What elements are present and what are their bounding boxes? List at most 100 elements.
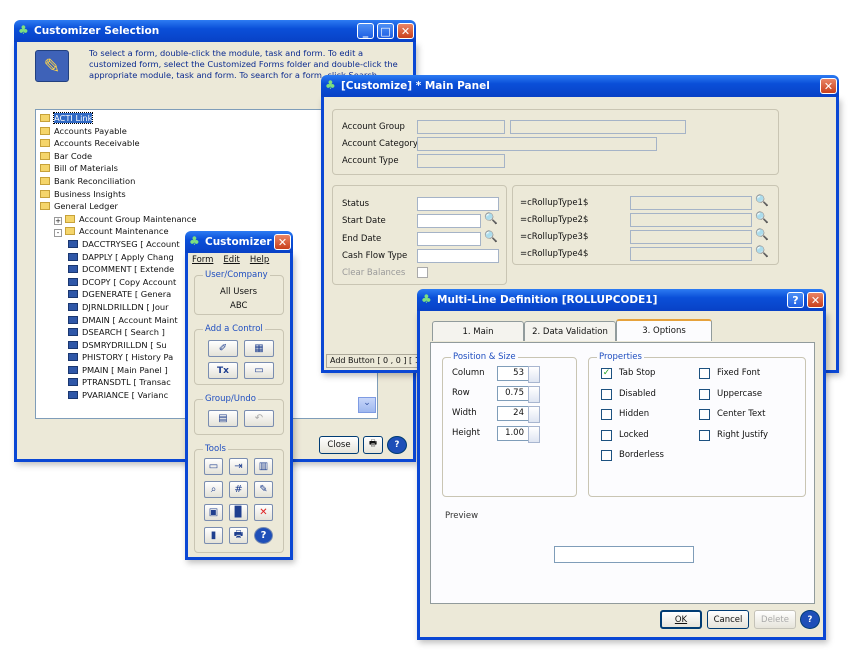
end-date-field[interactable] (417, 232, 481, 246)
rollup-lookup-icon[interactable]: 🔍 (755, 245, 769, 258)
folder-icon (40, 176, 50, 185)
status-select[interactable] (417, 197, 499, 211)
close-button[interactable]: ✕ (397, 23, 414, 39)
add-grid-control-icon[interactable]: ▦ (244, 340, 274, 357)
rollup-field[interactable] (630, 247, 752, 261)
tree-item-label: Business Insights (54, 188, 126, 199)
tab-main[interactable]: 1. Main (432, 321, 524, 341)
edit-tool-icon[interactable]: ✎ (254, 481, 273, 498)
property-checkbox[interactable] (601, 429, 612, 441)
property-label: Borderless (619, 450, 664, 460)
script-tool-icon[interactable]: ▥ (254, 458, 273, 475)
position-field-label: Column (452, 368, 485, 378)
position-field-spinner[interactable]: 0.75 (497, 386, 540, 403)
rollup-label: =cRollupType4$ (520, 249, 589, 259)
account-group-label: Account Group (342, 122, 405, 132)
start-date-lookup-icon[interactable]: 🔍 (484, 212, 498, 225)
folder-icon (40, 126, 50, 135)
position-field-spinner[interactable]: 1.00 (497, 426, 540, 443)
delete-icon[interactable]: ✕ (254, 504, 273, 521)
tab-options[interactable]: 3. Options (616, 319, 712, 341)
grid-tool-icon[interactable]: # (229, 481, 248, 498)
folder-icon (65, 227, 75, 236)
property-checkbox[interactable] (601, 388, 612, 400)
expand-icon[interactable]: + (54, 216, 62, 225)
rollup-field[interactable] (630, 213, 752, 227)
property-checkbox[interactable] (699, 429, 710, 441)
start-date-field[interactable] (417, 214, 481, 228)
position-field-spinner[interactable]: 53 (497, 366, 540, 383)
property-checkbox[interactable]: ✓ (601, 368, 612, 379)
close-button[interactable]: ✕ (820, 78, 837, 94)
property-checkbox[interactable] (601, 450, 612, 461)
delete-button[interactable]: Delete (754, 610, 796, 629)
clear-balances-label: Clear Balances (342, 268, 406, 278)
minimize-button[interactable]: _ (357, 23, 374, 39)
account-type-field[interactable] (417, 154, 505, 168)
property-label: Tab Stop (619, 368, 656, 378)
ok-button[interactable]: OK (660, 610, 702, 629)
tree-item-label: DMAIN [ Account Maint (82, 314, 178, 325)
position-field-label: Height (452, 428, 481, 438)
toolbox-title: Customizer (205, 236, 272, 248)
print-icon[interactable]: 🖶 (363, 436, 383, 454)
print-icon[interactable]: 🖶 (229, 527, 248, 544)
panel-tool-icon[interactable]: ▣ (204, 504, 223, 521)
tab-order-tool-icon[interactable]: ⇥ (229, 458, 248, 475)
menu-bar: Form Edit Help (192, 255, 269, 265)
group-icon[interactable]: ▤ (208, 410, 238, 427)
menu-form[interactable]: Form (192, 255, 213, 265)
account-category-field[interactable] (417, 137, 657, 151)
customizer-toolbox: ♣ Customizer ✕ Form Edit Help User/Compa… (185, 231, 293, 560)
properties-tool-icon[interactable]: ▭ (204, 458, 223, 475)
menu-edit[interactable]: Edit (223, 255, 239, 265)
end-date-lookup-icon[interactable]: 🔍 (484, 230, 498, 243)
cash-flow-type-select[interactable] (417, 249, 499, 263)
zoom-tool-icon[interactable]: ⌕ (204, 481, 223, 498)
cancel-button[interactable]: Cancel (707, 610, 749, 629)
property-checkbox[interactable] (699, 368, 710, 379)
clear-balances-checkbox[interactable] (417, 267, 428, 278)
help-title-button[interactable]: ? (787, 292, 804, 308)
form-icon (68, 239, 78, 248)
form-icon (68, 277, 78, 286)
mld-titlebar[interactable]: ♣ Multi-Line Definition [ROLLUPCODE1] ? … (417, 289, 826, 311)
undo-icon[interactable]: ↶ (244, 410, 274, 427)
position-field-spinner[interactable]: 24 (497, 406, 540, 423)
tree-scrollbar[interactable]: ⌄ (358, 397, 376, 413)
rollup-lookup-icon[interactable]: 🔍 (755, 211, 769, 224)
add-button-control-icon[interactable]: ✐ (208, 340, 238, 357)
menu-help[interactable]: Help (250, 255, 269, 265)
rollup-field[interactable] (630, 196, 752, 210)
close-selection-button[interactable]: Close (319, 436, 359, 454)
tab-data-validation[interactable]: 2. Data Validation (524, 321, 616, 341)
add-text-control-icon[interactable]: Tx (208, 362, 238, 379)
close-button[interactable]: ✕ (274, 234, 291, 250)
help-icon[interactable]: ? (254, 527, 273, 544)
account-group-desc-field[interactable] (510, 120, 686, 134)
maximize-button[interactable]: □ (377, 23, 394, 39)
app-icon: ♣ (325, 78, 336, 92)
report-tool-icon[interactable]: ▮ (204, 527, 223, 544)
help-icon[interactable]: ? (800, 610, 820, 629)
tree-item-label: PMAIN [ Main Panel ] (82, 364, 168, 375)
rollup-lookup-icon[interactable]: 🔍 (755, 228, 769, 241)
help-icon[interactable]: ? (387, 436, 407, 454)
collapse-icon[interactable]: - (54, 229, 62, 238)
folder-icon (40, 114, 50, 122)
app-icon: ♣ (421, 292, 432, 306)
close-button[interactable]: ✕ (807, 292, 824, 308)
main-panel-titlebar[interactable]: ♣ [Customize] * Main Panel ✕ (321, 75, 839, 97)
rollup-lookup-icon[interactable]: 🔍 (755, 194, 769, 207)
account-group-field[interactable] (417, 120, 505, 134)
selection-titlebar[interactable]: ♣ Customizer Selection _ □ ✕ (14, 20, 416, 42)
folder-icon (40, 151, 50, 160)
property-checkbox[interactable] (699, 409, 710, 420)
save-icon[interactable]: ▉ (229, 504, 248, 521)
rollup-field[interactable] (630, 230, 752, 244)
property-checkbox[interactable] (699, 388, 710, 400)
toolbox-titlebar[interactable]: ♣ Customizer ✕ (185, 231, 293, 253)
account-category-label: Account Category (342, 139, 418, 149)
add-frame-control-icon[interactable]: ▭ (244, 362, 274, 379)
property-checkbox[interactable] (601, 409, 612, 420)
